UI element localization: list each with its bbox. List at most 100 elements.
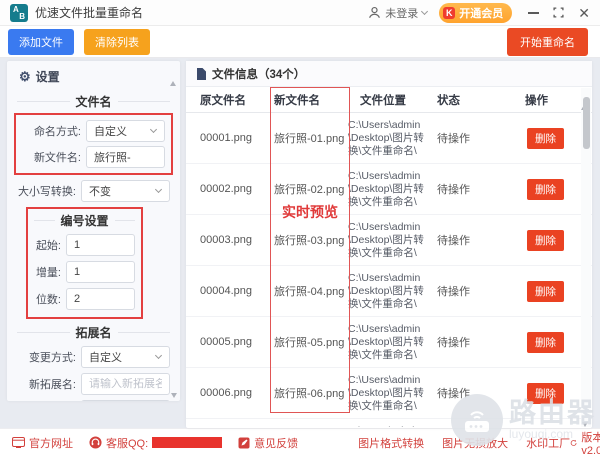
file-panel-header: 文件信息（34个） <box>186 61 592 87</box>
vip-badge-icon: K <box>443 6 456 19</box>
new-ext-input[interactable] <box>89 378 162 390</box>
table-row: 00007.png 旅行照-07.png C:\Users\admin\Desk… <box>186 419 592 428</box>
start-number-input[interactable] <box>74 239 127 251</box>
update-icon <box>570 439 577 446</box>
new-ext-field-wrap <box>81 373 170 395</box>
delete-button[interactable]: 删除 <box>527 127 564 149</box>
naming-method-select[interactable]: 自定义 <box>86 120 165 142</box>
link-image-lossless-enlarge[interactable]: 图片无损放大 <box>442 435 508 451</box>
service-qq[interactable]: 客服QQ: <box>89 435 223 451</box>
col-action: 操作 <box>525 94 548 107</box>
delete-button[interactable]: 删除 <box>527 178 564 200</box>
link-watermark-factory[interactable]: 水印工厂 <box>526 435 570 451</box>
app-logo-icon: AB <box>10 3 28 22</box>
ext-change-label: 变更方式: <box>28 352 76 364</box>
col-original: 原文件名 <box>200 94 246 107</box>
app-title: 优速文件批量重命名 <box>35 6 144 20</box>
status-badge: 待操作 <box>437 133 470 145</box>
scroll-up-icon[interactable] <box>170 64 176 86</box>
table-row: 00005.png 旅行照-05.png C:\Users\admin\Desk… <box>186 317 592 368</box>
content-area: ⚙ 设置 文件名 命名方式: 自定义 新文件名: 旅行照- 大小写转换: 不变 … <box>0 58 600 428</box>
annotation-box-numbering: 编号设置 起始: 增量: 位数: <box>26 207 143 319</box>
feedback-icon <box>238 437 250 448</box>
increment-label: 增量: <box>35 267 61 279</box>
table-row: 00002.png 旅行照-02.png C:\Users\admin\Desk… <box>186 164 592 215</box>
settings-title: 设置 <box>35 70 60 84</box>
app-window: AB 优速文件批量重命名 未登录 K 开通会员 ✕ 添加文件 清除列表 开始重命… <box>0 0 600 456</box>
document-icon <box>197 67 206 80</box>
settings-header: ⚙ 设置 <box>7 61 180 88</box>
maximize-button[interactable] <box>553 6 564 20</box>
new-filename-input[interactable] <box>94 151 157 163</box>
scroll-down-icon[interactable] <box>171 393 177 398</box>
new-ext-label: 新拓展名: <box>28 379 76 391</box>
start-number-field-wrap <box>66 234 135 256</box>
add-files-button[interactable]: 添加文件 <box>8 28 74 55</box>
table-scrollbar[interactable] <box>581 88 591 427</box>
official-site-link[interactable]: 官方网址 <box>12 435 73 451</box>
annotation-box-filename: 命名方式: 自定义 新文件名: <box>14 113 173 175</box>
qq-number-redacted <box>152 437 223 448</box>
increment-input[interactable] <box>74 266 127 278</box>
col-location: 文件位置 <box>360 94 406 107</box>
digits-label: 位数: <box>35 294 61 306</box>
delete-button[interactable]: 删除 <box>527 382 564 404</box>
increment-field-wrap <box>66 261 135 283</box>
delete-button[interactable]: 删除 <box>527 280 564 302</box>
clear-list-button[interactable]: 清除列表 <box>84 28 150 55</box>
section-numbering: 编号设置 <box>34 212 136 229</box>
col-status: 状态 <box>437 94 460 107</box>
version-label: 版本: v2.0.4 <box>581 431 600 456</box>
case-convert-select[interactable]: 不变 <box>81 180 170 202</box>
user-icon <box>369 6 381 18</box>
scroll-down-icon[interactable] <box>582 422 588 427</box>
table-body: 00001.png 旅行照-01.png C:\Users\admin\Desk… <box>186 113 592 427</box>
file-panel-title: 文件信息（34个） <box>212 68 306 81</box>
file-panel: 文件信息（34个） 原文件名 新文件名 文件位置 状态 操作 00001.png… <box>186 61 592 428</box>
status-badge: 待操作 <box>437 388 470 400</box>
table-row: 00006.png 旅行照-06.png C:\Users\admin\Desk… <box>186 368 592 419</box>
chevron-down-icon <box>149 125 158 134</box>
start-number-label: 起始: <box>35 240 61 252</box>
digits-field-wrap <box>66 288 135 310</box>
case-convert-label: 大小写转换: <box>17 186 76 198</box>
footer: 官方网址 客服QQ: 意见反馈 图片格式转换 图片无损放大 水印工厂 版本: v… <box>0 428 600 456</box>
minimize-button[interactable] <box>528 6 540 20</box>
vip-button[interactable]: K 开通会员 <box>439 2 513 23</box>
delete-button[interactable]: 删除 <box>527 229 564 251</box>
status-badge: 待操作 <box>437 235 470 247</box>
ext-change-select[interactable]: 自定义 <box>81 346 170 368</box>
version-info[interactable]: 版本: v2.0.4 <box>570 429 600 456</box>
digits-input[interactable] <box>74 293 127 305</box>
chevron-down-icon <box>154 351 163 360</box>
delete-button[interactable]: 删除 <box>527 331 564 353</box>
vip-label: 开通会员 <box>459 7 504 20</box>
col-new-name: 新文件名 <box>274 94 320 107</box>
titlebar: AB 优速文件批量重命名 未登录 K 开通会员 ✕ <box>0 0 600 26</box>
scrollbar-thumb[interactable] <box>582 97 590 149</box>
status-badge: 待操作 <box>437 184 470 196</box>
login-menu[interactable]: 未登录 <box>368 5 429 21</box>
feedback-link[interactable]: 意见反馈 <box>238 435 298 451</box>
start-rename-button[interactable]: 开始重命名 <box>507 27 588 56</box>
section-extension: 拓展名 <box>17 324 171 341</box>
new-filename-field-wrap <box>86 146 165 168</box>
toolbar: 添加文件 清除列表 开始重命名 <box>0 26 600 58</box>
table-row: 00003.png 旅行照-03.png C:\Users\admin\Desk… <box>186 215 592 266</box>
close-button[interactable]: ✕ <box>578 6 590 20</box>
table-row: 00001.png 旅行照-01.png C:\Users\admin\Desk… <box>186 113 592 164</box>
link-image-format-convert[interactable]: 图片格式转换 <box>358 435 424 451</box>
table-header: 原文件名 新文件名 文件位置 状态 操作 <box>186 87 592 113</box>
gear-icon: ⚙ <box>19 69 31 84</box>
chevron-down-icon <box>421 7 429 16</box>
headset-icon <box>89 436 102 449</box>
table-row: 00004.png 旅行照-04.png C:\Users\admin\Desk… <box>186 266 592 317</box>
ext-case-select[interactable]: 不变 <box>81 400 170 401</box>
status-badge: 待操作 <box>437 286 470 298</box>
new-filename-label: 新文件名: <box>33 152 81 164</box>
status-badge: 待操作 <box>437 337 470 349</box>
naming-method-label: 命名方式: <box>33 126 81 138</box>
settings-sidebar: ⚙ 设置 文件名 命名方式: 自定义 新文件名: 旅行照- 大小写转换: 不变 … <box>7 61 180 401</box>
sidebar-scrollbar[interactable] <box>170 64 179 398</box>
login-label: 未登录 <box>385 7 419 20</box>
